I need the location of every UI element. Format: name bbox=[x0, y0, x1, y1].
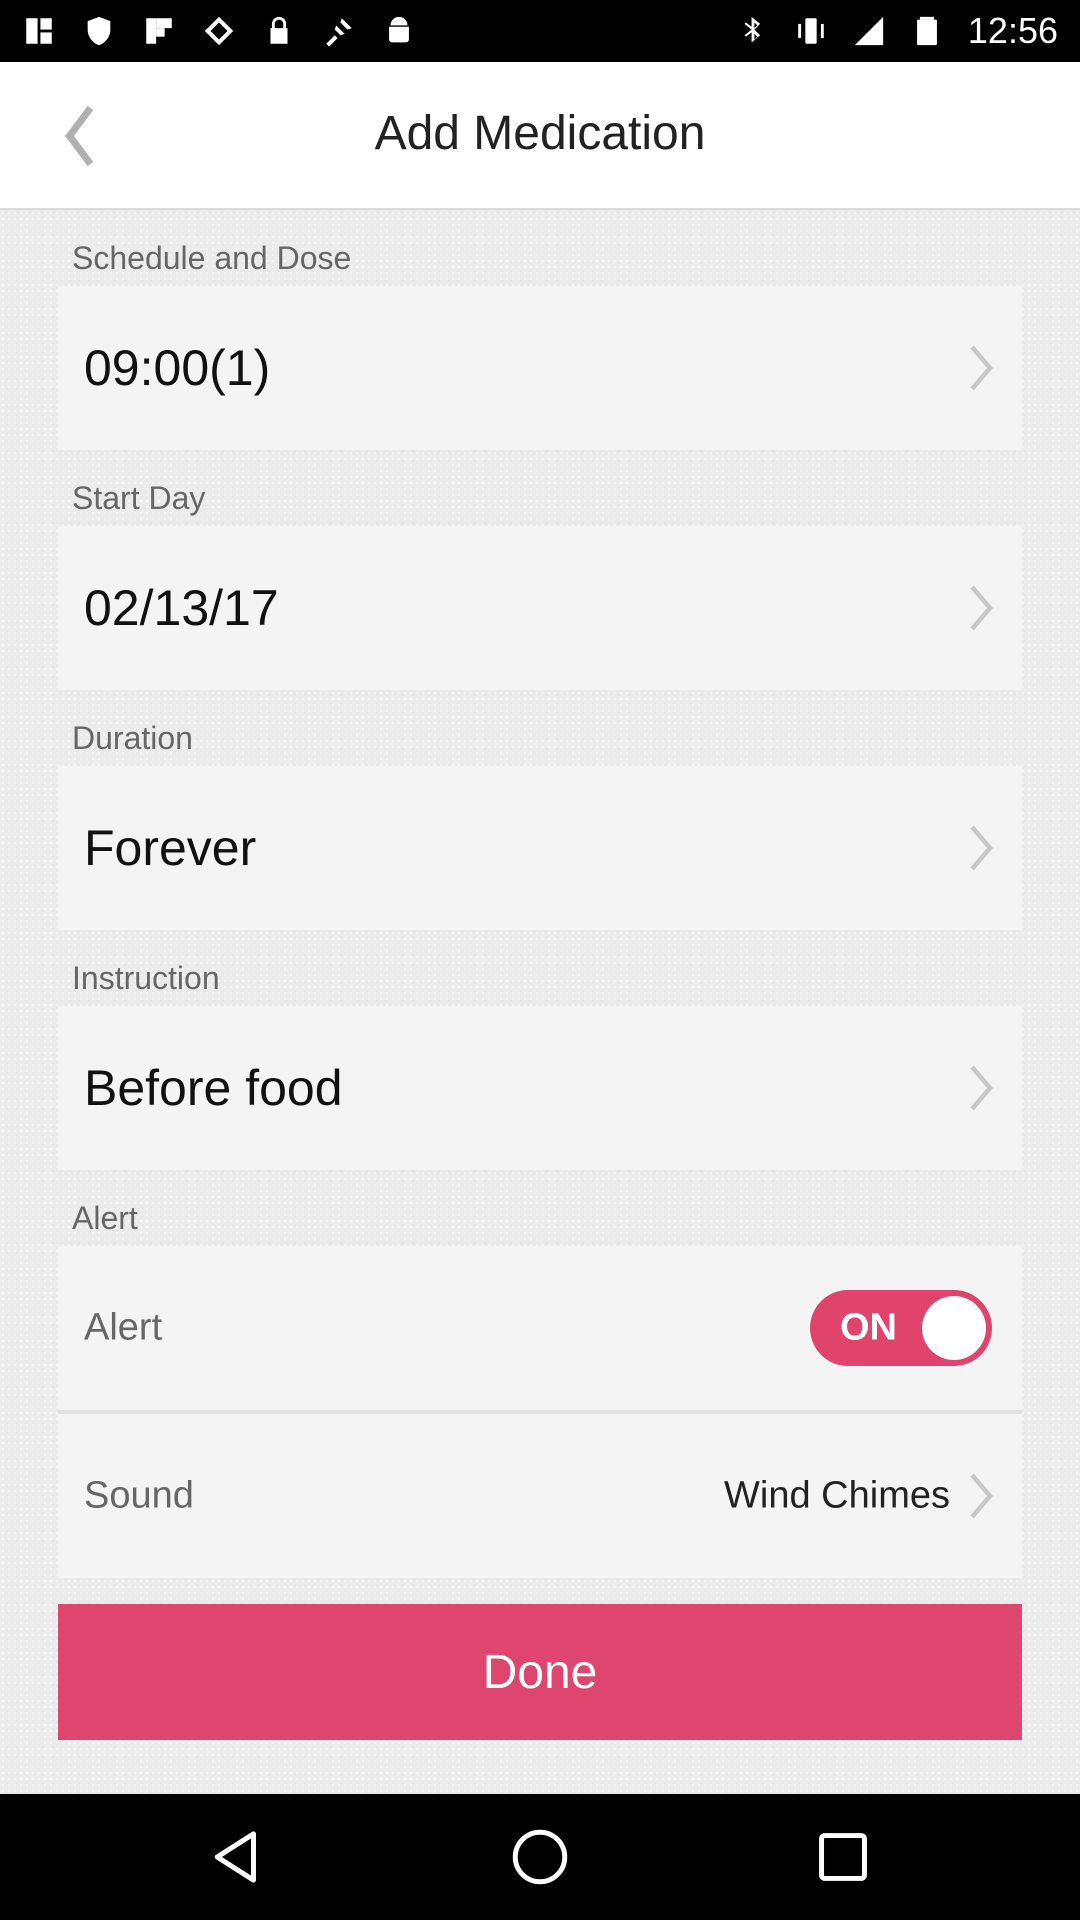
gesture-icon bbox=[202, 14, 236, 48]
android-icon bbox=[382, 14, 416, 48]
status-bar: 12:56 bbox=[0, 0, 1080, 62]
schedule-row[interactable]: 09:00(1) bbox=[58, 286, 1022, 450]
chevron-right-icon bbox=[966, 822, 996, 874]
start-day-row[interactable]: 02/13/17 bbox=[58, 526, 1022, 690]
schedule-value: 09:00(1) bbox=[84, 340, 271, 396]
alert-row: Alert ON bbox=[58, 1246, 1022, 1410]
toggle-knob bbox=[922, 1296, 986, 1360]
sound-value: Wind Chimes bbox=[724, 1474, 950, 1517]
lock-icon bbox=[262, 14, 296, 48]
back-triangle-icon[interactable] bbox=[204, 1824, 270, 1890]
vibrate-icon bbox=[794, 14, 828, 48]
chevron-right-icon bbox=[966, 582, 996, 634]
notification-icon bbox=[22, 14, 56, 48]
recents-square-icon[interactable] bbox=[810, 1824, 876, 1890]
bluetooth-icon bbox=[736, 14, 770, 48]
start-day-value: 02/13/17 bbox=[84, 580, 279, 636]
duration-row[interactable]: Forever bbox=[58, 766, 1022, 930]
instruction-value: Before food bbox=[84, 1060, 343, 1116]
duration-value: Forever bbox=[84, 820, 257, 876]
signal-icon bbox=[852, 14, 886, 48]
alert-toggle[interactable]: ON bbox=[810, 1290, 992, 1366]
battery-icon bbox=[910, 14, 944, 48]
duration-section-label: Duration bbox=[72, 720, 193, 756]
chevron-right-icon bbox=[966, 1470, 996, 1522]
chevron-right-icon bbox=[966, 1062, 996, 1114]
alert-section-label: Alert bbox=[72, 1200, 138, 1236]
sound-row[interactable]: Sound Wind Chimes bbox=[58, 1414, 1022, 1578]
shield-icon bbox=[82, 14, 116, 48]
start-day-section-label: Start Day bbox=[72, 480, 206, 516]
app-bar: Add Medication bbox=[0, 62, 1080, 210]
page-title: Add Medication bbox=[374, 107, 706, 160]
alert-row-label: Alert bbox=[84, 1306, 163, 1349]
fake-gps-icon bbox=[322, 14, 356, 48]
instruction-section-label: Instruction bbox=[72, 960, 220, 996]
status-bar-right: 12:56 bbox=[736, 10, 1058, 52]
home-circle-icon[interactable] bbox=[507, 1824, 573, 1890]
status-bar-left bbox=[22, 10, 416, 52]
flipboard-icon bbox=[142, 14, 176, 48]
schedule-section-label: Schedule and Dose bbox=[72, 240, 352, 276]
form-content: Schedule and Dose 09:00(1) Start Day 02/… bbox=[0, 210, 1080, 1794]
instruction-row[interactable]: Before food bbox=[58, 1006, 1022, 1170]
done-button[interactable]: Done bbox=[58, 1604, 1022, 1740]
status-clock: 12:56 bbox=[967, 10, 1058, 51]
chevron-right-icon bbox=[966, 342, 996, 394]
sound-label: Sound bbox=[84, 1474, 194, 1517]
navigation-bar bbox=[0, 1794, 1080, 1920]
toggle-on-text: ON bbox=[840, 1306, 897, 1349]
